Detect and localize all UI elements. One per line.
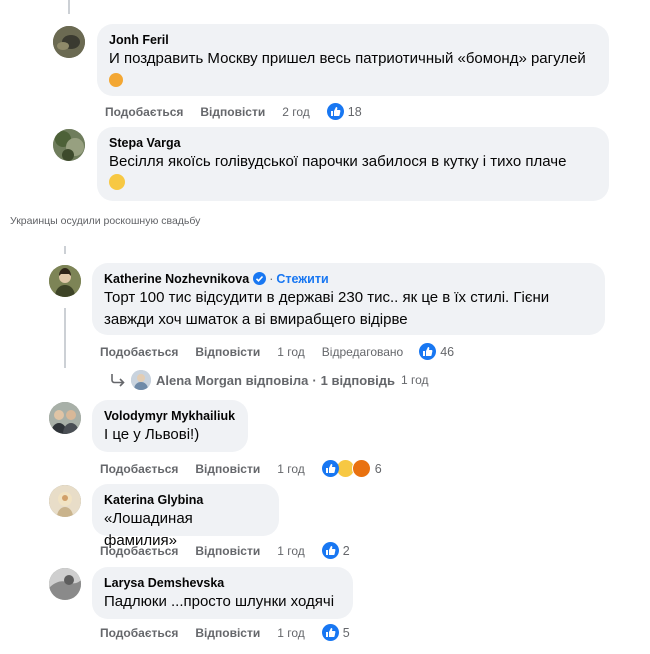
comment-actions: Подобається Відповісти 2 год 18 [105,103,362,120]
avatar[interactable] [49,265,81,297]
screenshot-caption: Украинцы осудили роскошную свадьбу [10,215,201,227]
comment-text: И поздравить Москву пришел весь патриоти… [109,48,597,92]
thread-line [64,308,66,368]
comment-bubble: Larysa Demshevska Падлюки ...просто шлун… [92,567,353,619]
comment-author[interactable]: Stepa Varga [109,135,597,151]
like-reaction-icon[interactable] [321,624,339,641]
comment-bubble: Stepa Varga Весілля якоїсь голівудської … [97,127,609,201]
like-reaction-icon[interactable] [419,343,437,360]
comment-time[interactable]: 1 год [277,544,305,558]
like-reaction-icon[interactable] [321,542,339,559]
reply-arrow-icon [111,374,125,387]
angry-reaction-icon [351,459,371,478]
avatar[interactable] [49,568,81,600]
view-replies-link[interactable]: Alena Morgan відповіла · 1 відповідь 1 г… [110,370,429,390]
comment-text: І це у Львові!) [104,426,200,443]
comment-actions: Подобається Відповісти 1 год 2 [100,542,350,559]
reaction-count[interactable]: 18 [348,105,362,119]
reply-time: 1 год [401,373,429,387]
like-reaction-icon [321,460,339,477]
like-reaction-icon[interactable] [326,103,344,120]
top-comments-panel: Jonh Feril И поздравить Москву пришел ве… [0,0,650,206]
like-button[interactable]: Подобається [100,345,178,359]
comment-text: Падлюки ...просто шлунки ходячі [104,593,335,610]
comment-bubble: Katerina Glybina «Лошадиная фамилия» [92,484,279,549]
comment-bubble: Jonh Feril И поздравить Москву пришел ве… [97,24,609,96]
reaction-count[interactable]: 46 [440,345,454,359]
separator-dot: · [312,372,317,388]
comment-author[interactable]: Jonh Feril [109,32,597,48]
comment-time[interactable]: 1 год [277,462,305,476]
comment-time[interactable]: 1 год [277,345,305,359]
comment-author[interactable]: Larysa Demshevska [104,575,341,591]
comment-actions: Подобається Відповісти 1 год 6 [100,459,382,478]
comment-bubble: Katherine Nozhevnikova · Стежити Торт 100… [92,263,605,335]
like-button[interactable]: Подобається [100,462,178,476]
reaction-count[interactable]: 2 [343,544,350,558]
comment-actions: Подобається Відповісти 1 год Відредагова… [100,343,454,360]
comment-author[interactable]: Katerina Glybina [104,492,267,508]
avatar[interactable] [49,485,81,517]
avatar[interactable] [53,129,85,161]
reply-button[interactable]: Відповісти [195,544,260,558]
avatar[interactable] [53,26,85,58]
comment-text: Весілля якоїсь голівудської парочки заби… [109,151,597,195]
reply-button[interactable]: Відповісти [200,105,265,119]
follow-button[interactable]: Стежити [276,272,328,286]
edited-label: Відредаговано [321,344,404,359]
comment-author[interactable]: Volodymyr Mykhailiuk [104,408,236,424]
avatar[interactable] [131,370,151,390]
reply-button[interactable]: Відповісти [195,345,260,359]
facepalm-emoji-icon [109,73,123,87]
reply-count[interactable]: 1 відповідь [321,373,395,388]
comment-author: Katherine Nozhevnikova · Стежити [104,271,593,287]
reaction-count[interactable]: 5 [343,626,350,640]
comment-text: Торт 100 тис відсудити в державі 230 тис… [104,289,550,328]
verified-badge-icon [253,272,267,285]
like-button[interactable]: Подобається [100,626,178,640]
comment-actions: Подобається Відповісти 1 год 5 [100,624,350,641]
reply-author[interactable]: Alena Morgan відповіла [156,373,308,388]
reply-button[interactable]: Відповісти [195,462,260,476]
like-button[interactable]: Подобається [100,544,178,558]
comment-time[interactable]: 2 год [282,105,310,119]
reaction-icons[interactable] [321,459,371,478]
like-button[interactable]: Подобається [105,105,183,119]
separator-dot: · [269,272,274,286]
thread-line [68,0,70,14]
comment-bubble: Volodymyr Mykhailiuk І це у Львові!) [92,400,248,452]
reply-button[interactable]: Відповісти [195,626,260,640]
avatar[interactable] [49,402,81,434]
comment-time[interactable]: 1 год [277,626,305,640]
thread-line [64,246,66,254]
author-name[interactable]: Katherine Nozhevnikova [104,272,249,286]
reaction-count[interactable]: 6 [375,462,382,476]
laughing-emoji-icon [109,174,125,190]
